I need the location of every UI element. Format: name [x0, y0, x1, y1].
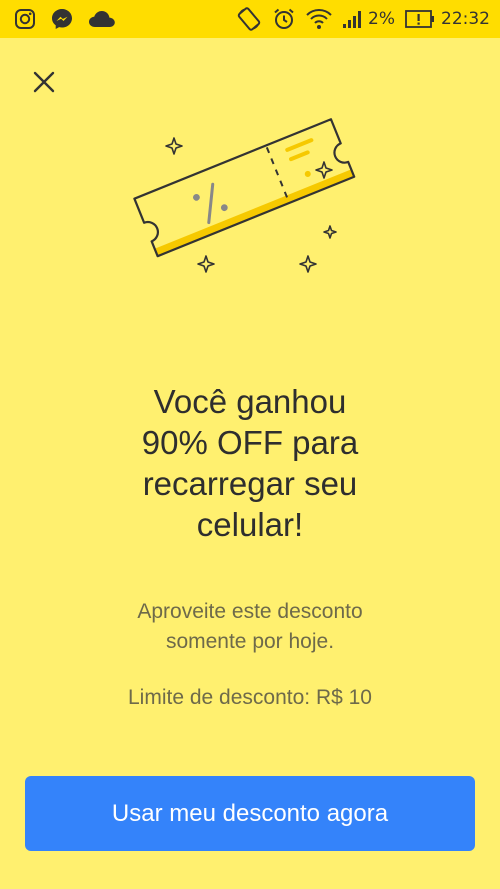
- system-status-area: 2% 22:32: [226, 6, 490, 32]
- use-discount-button[interactable]: Usar meu desconto agora: [25, 776, 475, 851]
- wifi-icon: [306, 8, 332, 30]
- close-button[interactable]: [26, 64, 62, 100]
- close-icon: [33, 71, 55, 93]
- battery-alert-icon: [405, 9, 435, 29]
- use-discount-button-label: Usar meu desconto agora: [111, 799, 389, 827]
- notification-area: [14, 7, 130, 31]
- instagram-icon: [14, 8, 36, 30]
- clock-time: 22:32: [441, 9, 490, 29]
- headline: Você ganhou 90% OFF para recarregar seu …: [141, 383, 359, 543]
- alarm-icon: [272, 7, 296, 31]
- discount-coupon-illustration: [118, 118, 380, 286]
- rotate-icon: [236, 6, 262, 32]
- battery-percent: 2%: [368, 9, 395, 29]
- discount-limit-text: Limite de desconto: R$ 10: [128, 686, 372, 709]
- subtext: Aproveite este desconto somente por hoje…: [137, 600, 363, 653]
- status-bar: 2% 22:32: [0, 0, 500, 38]
- cloud-icon: [88, 9, 116, 29]
- messenger-icon: [50, 7, 74, 31]
- signal-icon: [342, 9, 364, 29]
- discount-coupon-icon: [133, 118, 356, 273]
